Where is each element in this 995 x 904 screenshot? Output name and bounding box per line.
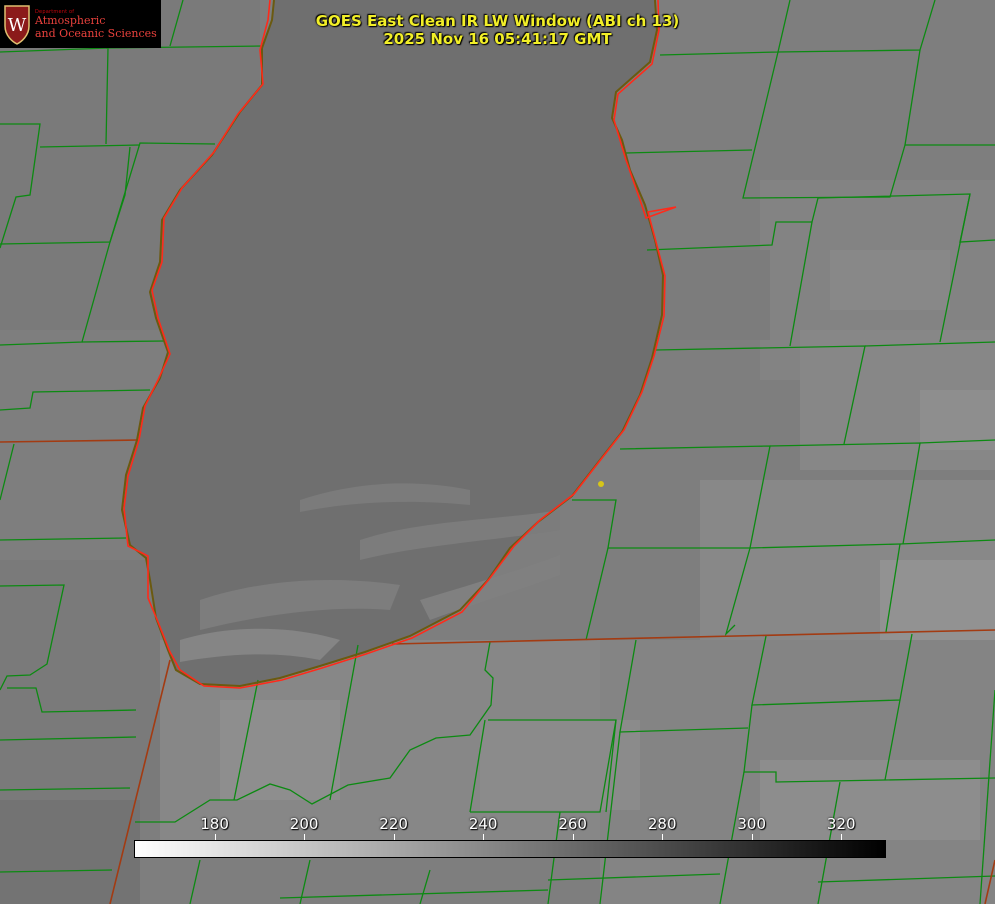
- colorbar-tick-mark: [483, 834, 484, 840]
- colorbar-tick-mark: [752, 834, 753, 840]
- colorbar-tick-label: 200: [289, 815, 319, 833]
- colorbar-tick-label: 300: [737, 815, 767, 833]
- colorbar-tick-mark: [573, 834, 574, 840]
- satellite-image-view: W Department of Atmospheric and Oceanic …: [0, 0, 995, 904]
- colorbar-tick-label: 220: [379, 815, 408, 833]
- colorbar-tick-label: 240: [468, 815, 498, 833]
- colorbar-tick-mark: [304, 834, 305, 840]
- station-dot-icon: [598, 481, 604, 487]
- colorbar-tick-label: 280: [647, 815, 677, 833]
- colorbar-tick-mark: [841, 834, 842, 840]
- image-title: GOES East Clean IR LW Window (ABI ch 13): [315, 12, 680, 30]
- colorbar-tick-mark: [662, 834, 663, 840]
- image-timestamp: 2025 Nov 16 05:41:17 GMT: [383, 30, 612, 48]
- colorbar-tick-label: 260: [558, 815, 587, 833]
- temperature-colorbar: [134, 840, 886, 858]
- colorbar-tick-mark: [215, 834, 216, 840]
- colorbar-tick-label: 320: [826, 815, 856, 833]
- map-layer: [0, 0, 995, 904]
- colorbar-tick-mark: [394, 834, 395, 840]
- colorbar-tick-label: 180: [200, 815, 229, 833]
